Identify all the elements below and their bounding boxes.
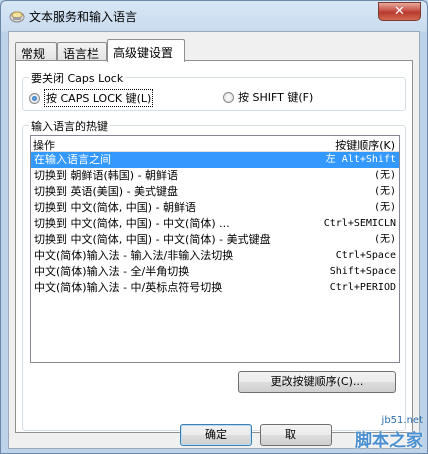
hotkeys-list-rows: 在输入语言之间 左 Alt+Shift 切换到 朝鲜语(韩国) - 朝鲜语 (无…: [31, 152, 399, 296]
list-item-action: 切换到 中文(简体, 中国) - 中文(简体) ...: [34, 217, 230, 230]
watermark-site: jb51.net: [381, 415, 423, 426]
keyboard-app-icon: [9, 8, 25, 24]
list-item-action: 切换到 英语(美国) - 美式键盘: [34, 185, 179, 198]
list-item-action: 切换到 中文(简体, 中国) - 中文(简体) - 美式键盘: [34, 233, 271, 246]
watermark-name: 脚本之家: [355, 431, 423, 451]
list-item-keys: Ctrl+PERIOD: [329, 282, 396, 293]
caps-lock-option-shift[interactable]: 按 SHIFT 键(F): [223, 89, 313, 105]
column-header-key-sequence: 按键顺序(K): [335, 139, 395, 152]
caps-lock-group: 要关闭 Caps Lock 按 CAPS LOCK 键(L) 按 SHIFT 键…: [22, 70, 406, 111]
tab-advanced-key-settings[interactable]: 高级键设置: [107, 39, 185, 62]
list-item[interactable]: 切换到 朝鲜语(韩国) - 朝鲜语 (无): [31, 168, 399, 184]
ok-button[interactable]: 确定: [180, 424, 252, 446]
list-item-keys: Shift+Space: [329, 266, 396, 277]
hotkeys-list-header: 操作 按键顺序(K): [31, 136, 399, 152]
list-item[interactable]: 切换到 中文(简体, 中国) - 中文(简体) ... Ctrl+SEMICLN: [31, 216, 399, 232]
list-item[interactable]: 中文(简体)输入法 - 输入法/非输入法切换 Ctrl+Space: [31, 248, 399, 264]
list-item-action: 切换到 中文(简体, 中国) - 朝鲜语: [34, 201, 197, 214]
list-item[interactable]: 中文(简体)输入法 - 全/半角切换 Shift+Space: [31, 264, 399, 280]
tab-panel-advanced: 要关闭 Caps Lock 按 CAPS LOCK 键(L) 按 SHIFT 键…: [15, 60, 413, 433]
change-key-sequence-button[interactable]: 更改按键顺序(C)...: [238, 371, 396, 393]
list-item[interactable]: 切换到 中文(简体, 中国) - 朝鲜语 (无): [31, 200, 399, 216]
list-item-keys: Ctrl+Space: [335, 250, 396, 261]
hotkeys-group-label: 输入语言的热键: [29, 118, 110, 134]
close-button[interactable]: ✕: [378, 2, 421, 21]
list-item-action: 切换到 朝鲜语(韩国) - 朝鲜语: [34, 169, 179, 182]
list-item-keys: (无): [373, 170, 396, 181]
list-item-keys: (无): [373, 234, 396, 245]
dialog-client-area: 常规 语言栏 高级键设置 要关闭 Caps Lock 按 CAPS LOCK 键…: [8, 31, 420, 449]
hotkeys-list[interactable]: 操作 按键顺序(K) 在输入语言之间 左 Alt+Shift 切换到 朝鲜语(韩…: [30, 135, 400, 363]
list-item-action: 中文(简体)输入法 - 全/半角切换: [34, 265, 190, 278]
caps-lock-group-label: 要关闭 Caps Lock: [29, 70, 126, 86]
hotkeys-group: 输入语言的热键 操作 按键顺序(K) 在输入语言之间 左 Alt+Shift 切…: [22, 118, 406, 431]
list-item-action: 在输入语言之间: [34, 153, 111, 166]
title-bar[interactable]: 文本服务和输入语言 ✕: [1, 1, 427, 31]
list-item[interactable]: 切换到 英语(美国) - 美式键盘 (无): [31, 184, 399, 200]
radio-selected-icon: [29, 92, 40, 104]
list-item-keys: 左 Alt+Shift: [325, 154, 396, 165]
window-title: 文本服务和输入语言: [29, 10, 138, 24]
tab-language-bar[interactable]: 语言栏: [57, 42, 107, 61]
tab-general[interactable]: 常规: [15, 42, 57, 61]
radio-unselected-icon: [223, 91, 234, 103]
list-item-action: 中文(简体)输入法 - 中/英标点符号切换: [34, 281, 223, 294]
column-header-action: 操作: [33, 139, 55, 152]
list-item[interactable]: 切换到 中文(简体, 中国) - 中文(简体) - 美式键盘 (无): [31, 232, 399, 248]
cancel-button[interactable]: 取: [260, 424, 332, 446]
list-item[interactable]: 在输入语言之间 左 Alt+Shift: [31, 152, 399, 168]
caps-lock-option-caps[interactable]: 按 CAPS LOCK 键(L): [29, 89, 154, 107]
list-item-keys: (无): [373, 186, 396, 197]
dialog-window: 文本服务和输入语言 ✕ 常规 语言栏 高级键设置 要关闭 Caps Lock 按…: [0, 0, 428, 454]
list-item-action: 中文(简体)输入法 - 输入法/非输入法切换: [34, 249, 234, 262]
list-item-keys: (无): [373, 202, 396, 213]
caps-lock-option-caps-label: 按 CAPS LOCK 键(L): [44, 89, 154, 107]
caps-lock-option-shift-label: 按 SHIFT 键(F): [238, 91, 314, 104]
list-item[interactable]: 中文(简体)输入法 - 中/英标点符号切换 Ctrl+PERIOD: [31, 280, 399, 296]
watermark: jb51.net 脚本之家: [355, 415, 423, 451]
list-item-keys: Ctrl+SEMICLN: [323, 218, 396, 229]
